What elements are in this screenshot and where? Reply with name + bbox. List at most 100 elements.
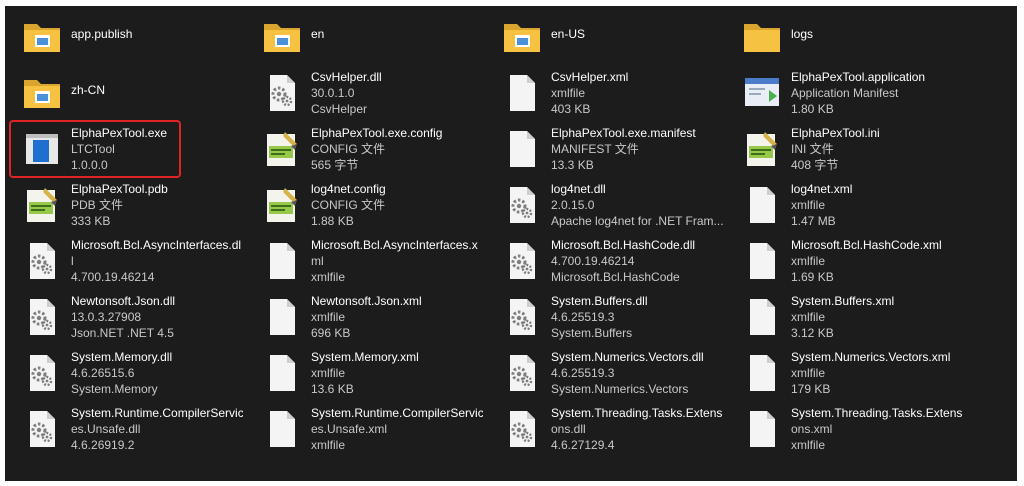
file-name: System.Buffers.xml xyxy=(791,294,895,308)
file-item[interactable]: System.Buffers.xml xmlfile 3.12 KB xyxy=(731,290,963,344)
dll-gear-icon xyxy=(21,296,63,338)
file-item[interactable]: System.Memory.xml xmlfile 13.6 KB xyxy=(251,346,483,400)
dll-gear-icon xyxy=(501,408,543,450)
notepad-plus-plus-icon xyxy=(261,128,303,170)
exe-app-icon xyxy=(21,128,63,170)
blank-file-icon xyxy=(741,296,783,338)
file-item[interactable]: ElphaPexTool.exe.manifest MANIFEST 文件 13.3… xyxy=(491,122,723,176)
file-name: log4net.config xyxy=(311,182,386,196)
file-detail-1: xmlfile xyxy=(551,86,586,100)
file-name: System.Memory.dll xyxy=(71,350,173,364)
file-name: log4net.xml xyxy=(791,182,853,196)
blank-file-icon xyxy=(501,128,543,170)
file-item[interactable]: ElphaPexTool.exe LTCTool 1.0.0.0 xyxy=(9,120,181,178)
file-item[interactable]: System.Buffers.dll 4.6.25519.3 System.Buff… xyxy=(491,290,723,344)
file-item[interactable]: CsvHelper.dll 30.0.1.0 CsvHelper xyxy=(251,66,483,120)
file-item[interactable]: logs xyxy=(731,10,963,64)
file-item[interactable]: Microsoft.Bcl.HashCode.dll 4.700.19.46214… xyxy=(491,234,723,288)
file-detail-2: System.Numerics.Vectors xyxy=(551,382,689,396)
file-item[interactable]: log4net.config CONFIG 文件 1.88 KB xyxy=(251,178,483,232)
file-item[interactable]: ElphaPexTool.application Application Mani… xyxy=(731,66,963,120)
file-item[interactable]: log4net.xml xmlfile 1.47 MB xyxy=(731,178,963,232)
file-name: CsvHelper.dll xyxy=(311,70,382,84)
file-detail-2: Json.NET .NET 4.5 xyxy=(71,326,174,340)
file-name: System.Numerics.Vectors.xml xyxy=(791,350,951,364)
file-name: Newtonsoft.Json.xml xyxy=(311,294,422,308)
file-item[interactable]: System.Threading.Tasks.Extensi ons.dll 4.6… xyxy=(491,402,723,456)
file-item[interactable]: System.Threading.Tasks.Extensi ons.xml xml… xyxy=(731,402,963,456)
file-name: zh-CN xyxy=(71,83,106,97)
file-grid: app.publish en en-US logs zh-CN CsvHelper.dll… xyxy=(5,6,1017,481)
file-item[interactable]: en-US xyxy=(491,10,723,64)
file-item[interactable]: Microsoft.Bcl.AsyncInterfaces.x ml xmlfile xyxy=(251,234,483,288)
notepad-plus-plus-icon xyxy=(741,128,783,170)
file-name: System.Numerics.Vectors.dll xyxy=(551,350,704,364)
file-detail-1: ons.xml xyxy=(791,422,833,436)
file-name: log4net.dll xyxy=(551,182,606,196)
file-item[interactable]: System.Numerics.Vectors.dll 4.6.25519.3 Sy… xyxy=(491,346,723,400)
file-name: ElphaPexTool.exe xyxy=(71,126,168,140)
file-item[interactable]: ElphaPexTool.exe.config CONFIG 文件 565 字节 xyxy=(251,122,483,176)
dll-gear-icon xyxy=(21,240,63,282)
file-item[interactable]: System.Runtime.CompilerServic es.Unsafe.d… xyxy=(11,402,243,456)
dll-gear-icon xyxy=(501,184,543,226)
file-detail-2: xmlfile xyxy=(791,438,826,452)
blank-file-icon xyxy=(741,184,783,226)
file-detail-1: es.Unsafe.dll xyxy=(71,422,141,436)
file-item[interactable]: Newtonsoft.Json.dll 13.0.3.27908 Json.NET … xyxy=(11,290,243,344)
file-detail-1: xmlfile xyxy=(791,198,826,212)
file-detail-2: System.Buffers xyxy=(551,326,633,340)
dll-gear-icon xyxy=(501,296,543,338)
file-detail-2: 696 KB xyxy=(311,326,351,340)
file-detail-1: 4.6.25519.3 xyxy=(551,310,615,324)
file-detail-2: 4.700.19.46214 xyxy=(71,270,155,284)
file-name: ElphaPexTool.exe.manifest xyxy=(551,126,696,140)
file-detail-1: PDB 文件 xyxy=(71,198,124,212)
file-detail-1: MANIFEST 文件 xyxy=(551,142,639,156)
file-detail-1: xmlfile xyxy=(791,310,826,324)
file-detail-1: xmlfile xyxy=(311,310,346,324)
folder-picture-icon xyxy=(501,16,543,58)
file-detail-2: 565 字节 xyxy=(311,158,359,172)
file-detail-1: xmlfile xyxy=(311,366,346,380)
file-item[interactable]: en xyxy=(251,10,483,64)
file-detail-2: 4.6.26919.2 xyxy=(71,438,135,452)
file-item[interactable]: System.Runtime.CompilerServic es.Unsafe.x… xyxy=(251,402,483,456)
file-name: System.Buffers.dll xyxy=(551,294,648,308)
file-detail-2: 4.6.27129.4 xyxy=(551,438,615,452)
file-detail-2: CsvHelper xyxy=(311,102,368,116)
file-item[interactable]: log4net.dll 2.0.15.0 Apache log4net for .N… xyxy=(491,178,723,232)
file-name: System.Runtime.CompilerServic xyxy=(71,406,243,420)
file-item[interactable]: Microsoft.Bcl.HashCode.xml xmlfile 1.69 KB xyxy=(731,234,963,288)
file-detail-2: 1.0.0.0 xyxy=(71,158,108,172)
file-name: ElphaPexTool.pdb xyxy=(71,182,168,196)
file-detail-1: xmlfile xyxy=(791,254,826,268)
file-detail-2: 1.47 MB xyxy=(791,214,836,228)
file-item[interactable]: System.Numerics.Vectors.xml xmlfile 179 KB xyxy=(731,346,963,400)
file-item[interactable]: Microsoft.Bcl.AsyncInterfaces.dl l 4.700.1… xyxy=(11,234,243,288)
file-item[interactable]: Newtonsoft.Json.xml xmlfile 696 KB xyxy=(251,290,483,344)
blank-file-icon xyxy=(261,352,303,394)
file-item[interactable]: ElphaPexTool.pdb PDB 文件 333 KB xyxy=(11,178,243,232)
file-detail-2: 333 KB xyxy=(71,214,111,228)
blank-file-icon xyxy=(501,72,543,114)
file-item[interactable]: CsvHelper.xml xmlfile 403 KB xyxy=(491,66,723,120)
file-detail-1: CONFIG 文件 xyxy=(311,198,385,212)
file-detail-2: Apache log4net for .NET Fram... xyxy=(551,214,723,228)
file-detail-2: 408 字节 xyxy=(791,158,839,172)
notepad-plus-plus-icon xyxy=(261,184,303,226)
file-detail-1: LTCTool xyxy=(71,142,115,156)
file-item[interactable]: zh-CN xyxy=(11,66,243,120)
file-name: en-US xyxy=(551,27,586,41)
file-detail-1: ons.dll xyxy=(551,422,586,436)
file-name: ElphaPexTool.ini xyxy=(791,126,880,140)
file-item[interactable]: ElphaPexTool.ini INI 文件 408 字节 xyxy=(731,122,963,176)
file-detail-1: es.Unsafe.xml xyxy=(311,422,388,436)
dll-gear-icon xyxy=(501,240,543,282)
file-detail-1: ml xyxy=(311,254,324,268)
file-item[interactable]: app.publish xyxy=(11,10,243,64)
file-detail-2: xmlfile xyxy=(311,438,346,452)
folder-picture-icon xyxy=(261,16,303,58)
dll-gear-icon xyxy=(261,72,303,114)
file-item[interactable]: System.Memory.dll 4.6.26515.6 System.Memor… xyxy=(11,346,243,400)
